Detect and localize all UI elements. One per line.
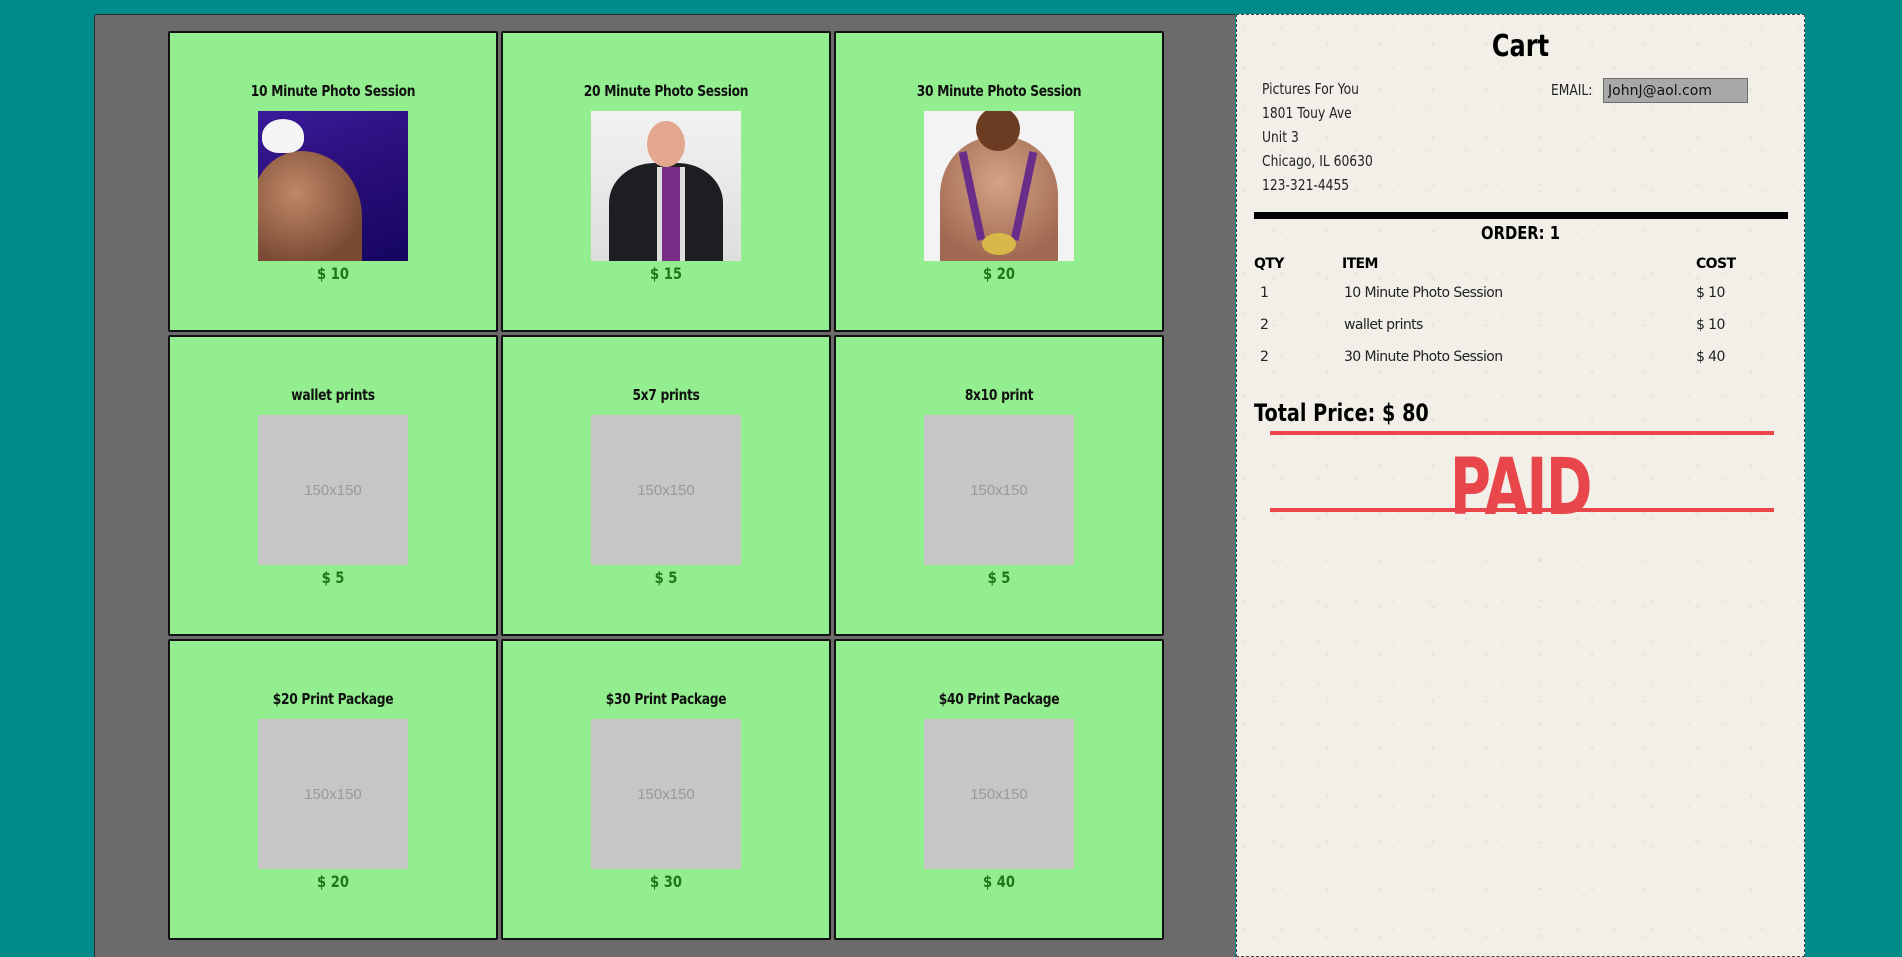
product-image-placeholder: 150x150 [591,719,741,869]
product-card[interactable]: 20 Minute Photo Session $ 15 [501,31,831,332]
product-card[interactable]: 30 Minute Photo Session $ 20 [834,31,1164,332]
store-address: Pictures For You 1801 Touy Ave Unit 3 Ch… [1262,77,1373,197]
paid-stamp-top-line [1270,431,1774,435]
man-in-suit-photo [591,111,741,261]
athlete-medals-photo [924,111,1074,261]
product-image [924,111,1074,261]
product-card[interactable]: 10 Minute Photo Session $ 10 [168,31,498,332]
product-panel: 10 Minute Photo Session $ 10 20 Minute P… [94,14,1235,957]
product-price: $ 30 [650,872,682,891]
row-item: wallet prints [1344,317,1423,333]
row-cost: $ 40 [1696,349,1725,365]
row-item: 30 Minute Photo Session [1344,349,1503,365]
product-price: $ 10 [317,264,349,283]
product-card[interactable]: $40 Print Package 150x150 $ 40 [834,639,1164,940]
product-price: $ 5 [321,568,345,587]
email-label: EMAIL: [1551,81,1593,99]
column-header: ITEM [1342,256,1378,272]
table-header-row: QTY ITEM COST [1254,251,1784,277]
product-card[interactable]: $30 Print Package 150x150 $ 30 [501,639,831,940]
product-name: 30 Minute Photo Session [916,82,1082,100]
store-name: Pictures For You [1262,80,1359,98]
product-image-placeholder: 150x150 [258,415,408,565]
column-header: QTY [1254,256,1284,272]
placeholder-label: 150x150 [637,785,695,803]
product-name: $30 Print Package [605,690,727,708]
product-price: $ 5 [987,568,1011,587]
product-price: $ 15 [650,264,682,283]
row-item: 10 Minute Photo Session [1344,285,1503,301]
table-row: 2 30 Minute Photo Session $ 40 [1254,341,1784,373]
product-name: wallet prints [291,386,375,404]
product-card[interactable]: $20 Print Package 150x150 $ 20 [168,639,498,940]
placeholder-label: 150x150 [970,785,1028,803]
product-image-placeholder: 150x150 [591,415,741,565]
product-price: $ 40 [983,872,1015,891]
store-city: Chicago, IL 60630 [1262,152,1373,170]
row-cost: $ 10 [1696,285,1725,301]
store-phone: 123-321-4455 [1262,176,1350,194]
order-table: QTY ITEM COST 1 10 Minute Photo Session … [1254,251,1784,373]
placeholder-label: 150x150 [970,481,1028,499]
store-unit: Unit 3 [1262,128,1299,146]
row-cost: $ 10 [1696,317,1725,333]
paid-stamp-bottom-line [1270,508,1774,512]
product-image [258,111,408,261]
product-price: $ 20 [983,264,1015,283]
product-name: $40 Print Package [938,690,1060,708]
row-qty: 2 [1260,317,1269,333]
placeholder-label: 150x150 [637,481,695,499]
table-row: 2 wallet prints $ 10 [1254,309,1784,341]
row-qty: 2 [1260,349,1269,365]
product-card[interactable]: 8x10 print 150x150 $ 5 [834,335,1164,636]
product-name: 8x10 print [964,386,1034,404]
column-header: COST [1696,256,1736,272]
cart-title: Cart [1491,29,1550,64]
product-image-placeholder: 150x150 [924,415,1074,565]
email-field[interactable] [1603,78,1748,103]
product-card[interactable]: 5x7 prints 150x150 $ 5 [501,335,831,636]
product-price: $ 5 [654,568,678,587]
total-price: Total Price: $ 80 [1254,399,1429,427]
placeholder-label: 150x150 [304,481,362,499]
product-image-placeholder: 150x150 [258,719,408,869]
swimmer-photo [258,111,408,261]
product-name: 5x7 prints [632,386,700,404]
table-row: 1 10 Minute Photo Session $ 10 [1254,277,1784,309]
receipt-divider [1254,212,1788,219]
product-price: $ 20 [317,872,349,891]
product-grid: 10 Minute Photo Session $ 10 20 Minute P… [168,31,1164,940]
placeholder-label: 150x150 [304,785,362,803]
paid-stamp: PAID [1449,443,1593,533]
product-card[interactable]: wallet prints 150x150 $ 5 [168,335,498,636]
product-name: 10 Minute Photo Session [250,82,416,100]
product-name: 20 Minute Photo Session [583,82,749,100]
product-image [591,111,741,261]
row-qty: 1 [1260,285,1269,301]
product-name: $20 Print Package [272,690,394,708]
order-number: ORDER: 1 [1481,223,1560,244]
cart-receipt: Cart Pictures For You 1801 Touy Ave Unit… [1236,14,1805,957]
store-street: 1801 Touy Ave [1262,104,1352,122]
product-image-placeholder: 150x150 [924,719,1074,869]
